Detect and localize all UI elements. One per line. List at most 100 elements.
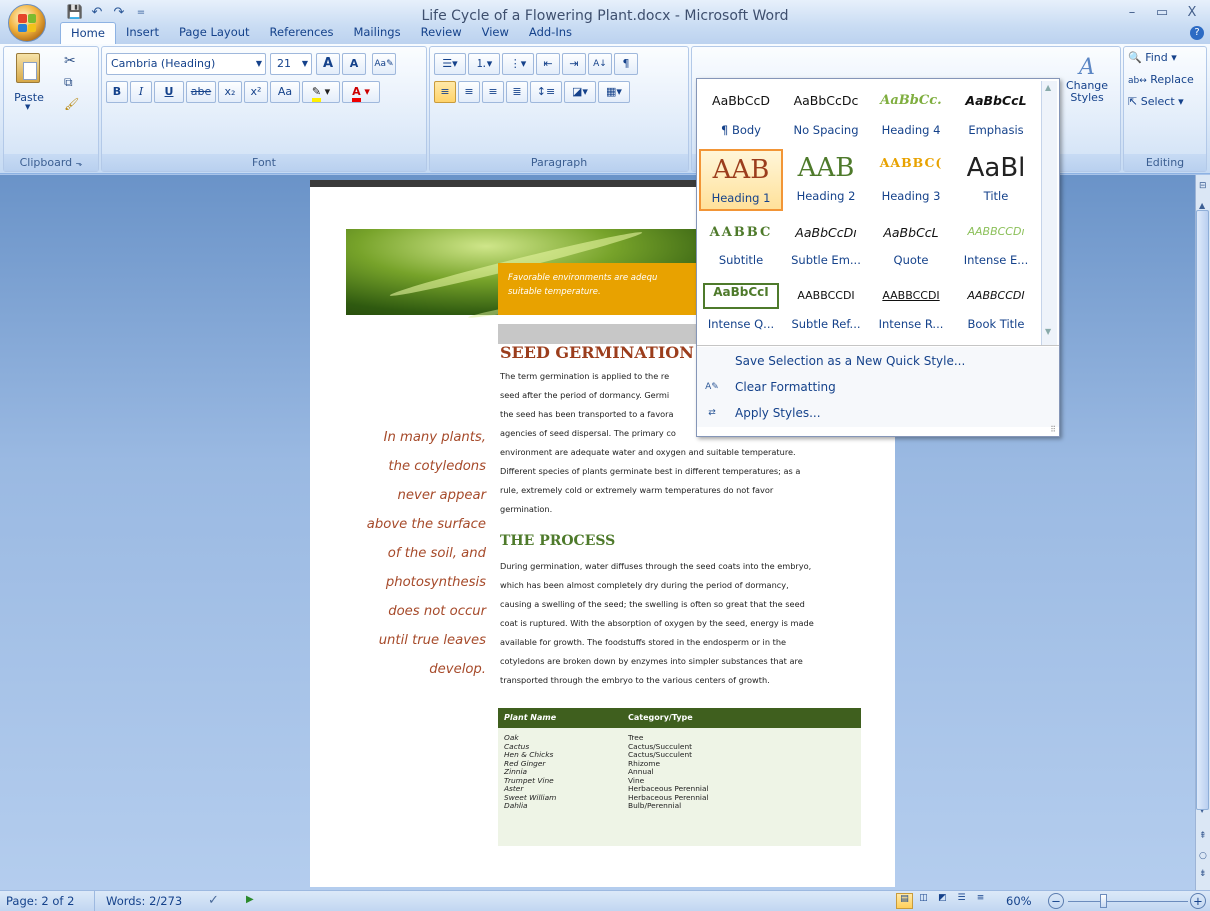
find-button[interactable]: 🔍 Find ▾ — [1128, 51, 1177, 71]
text-line: causing a swelling of the seed; the swel… — [500, 599, 805, 609]
page-indicator[interactable]: Page: 2 of 2 — [6, 894, 74, 908]
clipboard-label: Clipboard — [19, 156, 73, 169]
table-row: Dahlia Bulb/Perennial — [498, 801, 861, 811]
style-emphasis[interactable]: AaBbCcL Emphasis — [954, 81, 1038, 145]
superscript-button[interactable]: x² — [244, 81, 268, 103]
copy-icon[interactable]: ⧉ — [64, 75, 73, 90]
style-heading-1[interactable]: AAB Heading 1 — [699, 149, 783, 211]
zoom-slider-thumb[interactable] — [1100, 894, 1107, 908]
zoom-level[interactable]: 60% — [1006, 894, 1032, 908]
tab-review[interactable]: Review — [411, 22, 472, 44]
resize-grip-icon[interactable]: ⠿ — [1050, 425, 1056, 434]
style-body[interactable]: AaBbCcD ¶ Body — [699, 81, 783, 145]
replace-label: Replace — [1150, 73, 1194, 86]
shading-icon[interactable]: ◪▾ — [564, 81, 596, 103]
show-marks-button[interactable]: ¶ — [614, 53, 638, 75]
select-button[interactable]: ⇱ Select ▾ — [1128, 95, 1184, 115]
text-line: germination. — [500, 504, 553, 514]
italic-button[interactable]: I — [130, 81, 152, 103]
draft-icon[interactable]: ≡ — [972, 893, 989, 909]
restore-button[interactable]: ▭ — [1150, 4, 1174, 22]
zoom-in-button[interactable]: + — [1190, 893, 1206, 909]
menu-item-save-selection-as-a-new-quick-style[interactable]: Save Selection as a New Quick Style... — [697, 349, 1059, 373]
style-title[interactable]: AaBl Title — [954, 149, 1038, 211]
shrink-font-button[interactable]: A — [342, 53, 366, 75]
sort-button[interactable]: A↓ — [588, 53, 612, 75]
tab-insert[interactable]: Insert — [116, 22, 169, 44]
tab-references[interactable]: References — [260, 22, 344, 44]
highlight-color-button[interactable]: ✎ ▾ — [302, 81, 340, 103]
zoom-slider-track[interactable] — [1068, 901, 1188, 902]
align-center-icon[interactable]: ≡ — [458, 81, 480, 103]
increase-indent-icon[interactable]: ⇥ — [562, 53, 586, 75]
scroll-up-arrow-icon[interactable]: ▲ — [1199, 201, 1205, 210]
replace-button[interactable]: ab↔ Replace — [1128, 73, 1194, 93]
clear-formatting-icon[interactable]: Aa✎ — [372, 53, 396, 75]
tab-home[interactable]: Home — [60, 22, 116, 44]
scroll-down-icon[interactable]: ▼ — [1045, 327, 1051, 336]
style-heading-2[interactable]: AAB Heading 2 — [784, 149, 868, 211]
style-no-spacing[interactable]: AaBbCcDc No Spacing — [784, 81, 868, 145]
borders-icon[interactable]: ▦▾ — [598, 81, 630, 103]
menu-item-apply-styles[interactable]: ⇄ Apply Styles... — [697, 401, 1059, 425]
style-quote[interactable]: AaBbCcL Quote — [869, 213, 953, 275]
paragraph-row-2: ≡ ≡ ≡ ≣ ↕≡ ◪▾ ▦▾ — [434, 81, 630, 103]
format-painter-icon[interactable]: 🖌 — [64, 97, 79, 111]
tab-page-layout[interactable]: Page Layout — [169, 22, 260, 44]
grow-font-button[interactable]: A — [316, 53, 340, 75]
previous-page-icon[interactable]: ⇞ — [1199, 831, 1207, 841]
style-book-title[interactable]: AABBCCDI Book Title — [954, 277, 1038, 339]
font-color-button[interactable]: A ▾ — [342, 81, 380, 103]
bullets-icon[interactable]: ☰▾ — [434, 53, 466, 75]
help-icon[interactable]: ? — [1190, 26, 1204, 40]
text-line: rule, extremely cold or extremely warm t… — [500, 485, 774, 495]
font-name-box[interactable]: Cambria (Heading) ▼ — [106, 53, 266, 75]
proofing-icon[interactable]: ✓ — [208, 893, 219, 908]
numbering-icon[interactable]: ⒈▾ — [468, 53, 500, 75]
gallery-scrollbar[interactable]: ▲ ▼ — [1041, 81, 1057, 345]
style-subtle-ref[interactable]: AABBCCDI Subtle Ref... — [784, 277, 868, 339]
next-page-icon[interactable]: ⇟ — [1199, 869, 1207, 879]
style-heading-4[interactable]: AaBbCc. Heading 4 — [869, 81, 953, 145]
cut-icon[interactable]: ✂ — [64, 53, 76, 69]
clipboard-group-label: Clipboard ⬎ — [4, 154, 98, 171]
scroll-up-icon[interactable]: ▲ — [1045, 83, 1051, 92]
subscript-button[interactable]: x₂ — [218, 81, 242, 103]
bold-button[interactable]: B — [106, 81, 128, 103]
style-intense-r[interactable]: AABBCCDI Intense R... — [869, 277, 953, 339]
zoom-out-button[interactable]: − — [1048, 893, 1064, 909]
style-heading-3[interactable]: AABBC(Heading 3 — [869, 149, 953, 211]
multilevel-list-icon[interactable]: ⋮▾ — [502, 53, 534, 75]
align-right-icon[interactable]: ≡ — [482, 81, 504, 103]
style-subtitle[interactable]: AABBC Subtitle — [699, 213, 783, 275]
dialog-launcher-icon[interactable]: ⬎ — [76, 159, 83, 168]
outline-icon[interactable]: ☰ — [953, 893, 970, 909]
style-subtle-em[interactable]: AaBbCcDı Subtle Em... — [784, 213, 868, 275]
style-intense-q[interactable]: AaBbCcI Intense Q... — [699, 277, 783, 339]
tab-mailings[interactable]: Mailings — [343, 22, 410, 44]
change-styles-button[interactable]: A Change Styles — [1057, 51, 1117, 121]
style-intense-e[interactable]: AABBCCDı Intense E... — [954, 213, 1038, 275]
decrease-indent-icon[interactable]: ⇤ — [536, 53, 560, 75]
ruler-toggle-icon[interactable]: ⊟ — [1199, 181, 1207, 191]
full-screen-reading-icon[interactable]: ◫ — [915, 893, 932, 909]
scrollbar-thumb[interactable] — [1196, 210, 1209, 810]
align-left-icon[interactable]: ≡ — [434, 81, 456, 103]
strikethrough-button[interactable]: abe — [186, 81, 216, 103]
paste-button[interactable]: Paste ▼ — [10, 51, 48, 113]
word-count[interactable]: Words: 2/273 — [106, 894, 182, 908]
tab-view[interactable]: View — [472, 22, 519, 44]
macro-record-icon[interactable]: ▶ — [246, 894, 254, 905]
tab-add-ins[interactable]: Add-Ins — [519, 22, 582, 44]
font-size-box[interactable]: 21 ▼ — [270, 53, 312, 75]
select-browse-object-icon[interactable]: ○ — [1199, 851, 1207, 861]
change-case-button[interactable]: Aa — [270, 81, 300, 103]
menu-item-clear-formatting[interactable]: A✎ Clear Formatting — [697, 375, 1059, 399]
underline-button[interactable]: U — [154, 81, 184, 103]
justify-icon[interactable]: ≣ — [506, 81, 528, 103]
line-spacing-icon[interactable]: ↕≡ — [530, 81, 562, 103]
close-button[interactable]: X — [1180, 4, 1204, 22]
web-layout-icon[interactable]: ◩ — [934, 893, 951, 909]
minimize-button[interactable]: – — [1120, 4, 1144, 22]
print-layout-icon[interactable]: ▤ — [896, 893, 913, 909]
